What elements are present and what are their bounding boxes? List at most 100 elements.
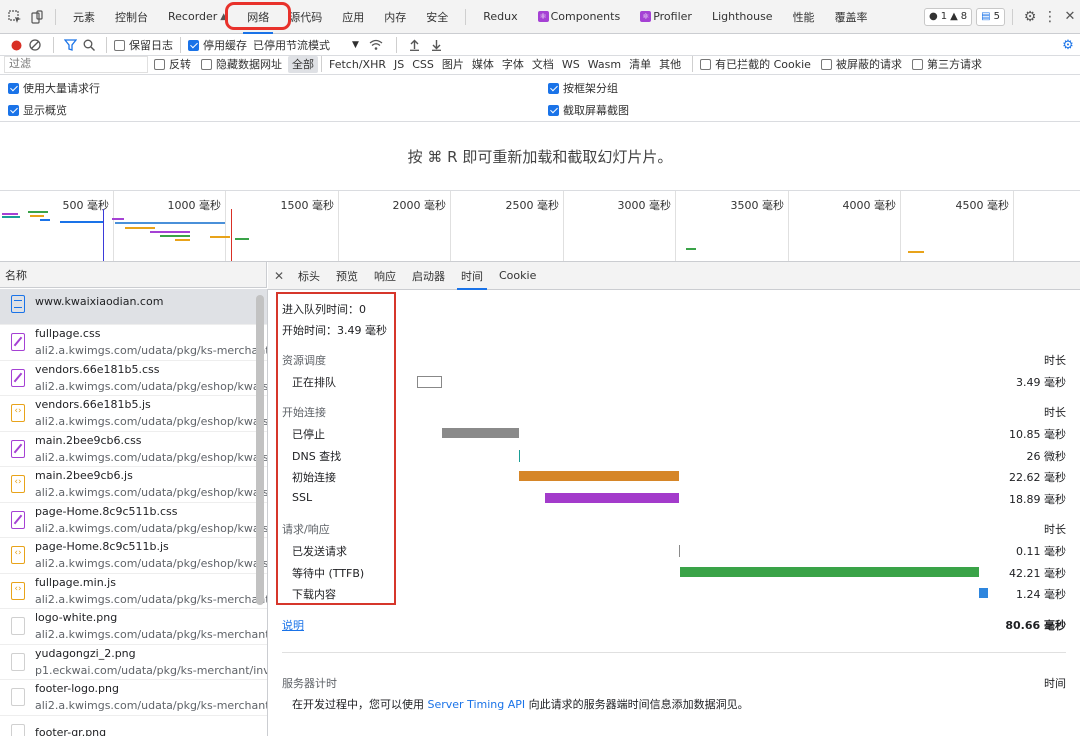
request-row[interactable]: logo-white.png ali2.a.kwimgs.com/udata/pk… <box>0 609 267 645</box>
third-party-checkbox[interactable]: 第三方请求 <box>911 56 982 72</box>
tab-7[interactable]: 安全 <box>416 0 458 34</box>
type-filter-4[interactable]: 图片 <box>438 56 468 73</box>
checkbox-box[interactable] <box>114 39 125 51</box>
type-filter-0[interactable]: 全部 <box>288 55 318 73</box>
detail-tab-1[interactable]: 预览 <box>328 262 366 289</box>
tab-1[interactable]: 控制台 <box>105 0 158 34</box>
messages-badge[interactable]: ▤ 5 <box>976 7 1005 26</box>
blocked-cookies-checkbox[interactable]: 有已拦截的 Cookie <box>700 56 811 72</box>
request-row[interactable]: footer-logo.png ali2.a.kwimgs.com/udata/p… <box>0 680 267 716</box>
network-conditions-icon[interactable] <box>363 39 389 51</box>
tab-11[interactable]: Lighthouse <box>702 0 783 34</box>
request-row[interactable]: vendors.66e181b5.css ali2.a.kwimgs.com/ud… <box>0 361 267 396</box>
inspect-element-icon[interactable] <box>4 6 26 28</box>
type-filter-1[interactable]: Fetch/XHR <box>325 56 390 73</box>
type-filter-2[interactable]: JS <box>390 56 408 73</box>
export-har-icon[interactable] <box>426 39 448 51</box>
tab-13[interactable]: 覆盖率 <box>825 0 878 34</box>
request-row[interactable]: main.2bee9cb6.js ali2.a.kwimgs.com/udata/… <box>0 467 267 503</box>
request-name: vendors.66e181b5.js <box>35 398 151 412</box>
more-options-icon[interactable]: ⋮ <box>1040 9 1060 25</box>
clear-icon[interactable] <box>24 39 46 51</box>
device-toolbar-icon[interactable] <box>26 6 48 28</box>
overview-request-bar <box>175 239 190 241</box>
show-overview-checkbox[interactable]: 显示概览 <box>8 102 67 118</box>
experiment-flask-icon: ▲ <box>220 11 228 22</box>
checkbox-box[interactable] <box>911 58 923 70</box>
checkbox-box[interactable] <box>700 58 712 70</box>
checkbox-box[interactable] <box>548 104 559 116</box>
tab-6[interactable]: 内存 <box>374 0 416 34</box>
preserve-log-checkbox[interactable]: 保留日志 <box>114 37 173 53</box>
overview-request-bar <box>112 218 124 220</box>
checkbox-box[interactable] <box>8 104 19 116</box>
error-badge[interactable]: ● 1 ▲ 8 <box>923 7 973 26</box>
detail-tab-5[interactable]: Cookie <box>491 262 544 289</box>
type-filter-7[interactable]: 文档 <box>528 56 558 73</box>
disable-cache-checkbox[interactable]: 停用缓存 <box>188 37 247 53</box>
name-column-header[interactable]: 名称 <box>0 262 267 288</box>
timeline-overview[interactable]: 500 毫秒 1000 毫秒 1500 毫秒 2000 毫秒 2500 毫秒 3000 毫… <box>0 191 1080 262</box>
request-list-scrollbar[interactable] <box>256 295 264 605</box>
request-row[interactable]: yudagongzi_2.png p1.eckwai.com/udata/pkg/… <box>0 645 267 680</box>
react-icon: ⚛ <box>640 11 652 22</box>
detail-tab-4[interactable]: 时间 <box>453 262 491 290</box>
name-header-label: 名称 <box>5 268 27 282</box>
tab-5[interactable]: 应用 <box>332 0 374 34</box>
type-filter-11[interactable]: 其他 <box>655 56 685 73</box>
checkbox-box[interactable] <box>548 82 559 94</box>
type-filter-10[interactable]: 清单 <box>625 56 655 73</box>
type-filter-3[interactable]: CSS <box>408 56 438 73</box>
network-settings-gear-icon[interactable]: ⚙ <box>1056 38 1080 53</box>
tab-2[interactable]: Recorder ▲ <box>158 0 237 34</box>
request-row[interactable]: page-Home.8c9c511b.js ali2.a.kwimgs.com/u… <box>0 538 267 574</box>
request-row[interactable]: footer-qr.png <box>0 716 267 736</box>
record-icon[interactable] <box>8 40 24 51</box>
type-filter-6[interactable]: 字体 <box>498 56 528 73</box>
request-row[interactable]: fullpage.min.js ali2.a.kwimgs.com/udata/p… <box>0 574 267 609</box>
filter-funnel-icon[interactable] <box>61 39 79 51</box>
filter-input[interactable] <box>4 55 148 73</box>
type-filter-8[interactable]: WS <box>558 56 584 73</box>
detail-tab-3[interactable]: 启动器 <box>404 262 453 289</box>
tab-3[interactable]: 网络 <box>237 0 279 34</box>
invert-checkbox[interactable]: 反转 <box>154 56 191 72</box>
request-row[interactable]: page-Home.8c9c511b.css ali2.a.kwimgs.com/… <box>0 503 267 538</box>
close-icon[interactable]: ✕ <box>1060 9 1080 24</box>
detail-tab-2[interactable]: 响应 <box>366 262 404 289</box>
request-row[interactable]: www.kwaixiaodian.com <box>0 289 267 325</box>
blocked-requests-checkbox[interactable]: 被屏蔽的请求 <box>820 56 902 72</box>
resource-type-filters: 全部 Fetch/XHR JS CSS 图片 媒体 字体 文档 WS Wasm 清单 其他 <box>288 55 685 73</box>
separator <box>395 37 397 53</box>
checkbox-box[interactable] <box>8 82 19 94</box>
request-row[interactable]: vendors.66e181b5.js ali2.a.kwimgs.com/uda… <box>0 396 267 432</box>
explanation-link[interactable]: 说明 <box>282 617 304 633</box>
throttling-select[interactable]: 已停用节流模式 ▼ <box>253 37 359 53</box>
checkbox-box[interactable] <box>188 39 199 51</box>
type-filter-9[interactable]: Wasm <box>584 56 625 73</box>
tab-10[interactable]: ⚛ Profiler <box>630 0 702 34</box>
tab-4[interactable]: 源代码 <box>279 0 332 34</box>
request-url: ali2.a.kwimgs.com/udata/pkg/eshop/kwaish… <box>35 521 267 535</box>
hide-data-urls-checkbox[interactable]: 隐藏数据网址 <box>201 56 282 72</box>
request-row[interactable]: fullpage.css ali2.a.kwimgs.com/udata/pkg/… <box>0 325 267 361</box>
tab-0[interactable]: 元素 <box>63 0 105 34</box>
checkbox-box[interactable] <box>820 58 832 70</box>
detail-tab-0[interactable]: 标头 <box>290 262 328 289</box>
capture-screenshots-checkbox[interactable]: 截取屏幕截图 <box>548 102 629 118</box>
type-filter-5[interactable]: 媒体 <box>468 56 498 73</box>
request-row[interactable]: main.2bee9cb6.css ali2.a.kwimgs.com/udata… <box>0 432 267 467</box>
group-by-frame-checkbox[interactable]: 按框架分组 <box>548 80 618 96</box>
checkbox-box[interactable] <box>154 58 165 70</box>
tab-12[interactable]: 性能 <box>783 0 825 34</box>
tab-9[interactable]: ⚛ Components <box>528 0 631 34</box>
import-har-icon[interactable] <box>404 39 426 51</box>
search-icon[interactable] <box>79 39 99 51</box>
server-timing-api-link[interactable]: Server Timing API <box>428 698 526 711</box>
tab-8[interactable]: Redux <box>473 0 527 34</box>
big-rows-checkbox[interactable]: 使用大量请求行 <box>8 80 100 96</box>
explanation-link-text[interactable]: 说明 <box>282 619 304 632</box>
close-detail-icon[interactable]: ✕ <box>268 269 290 283</box>
checkbox-box[interactable] <box>201 58 212 70</box>
settings-gear-icon[interactable]: ⚙ <box>1020 9 1040 25</box>
